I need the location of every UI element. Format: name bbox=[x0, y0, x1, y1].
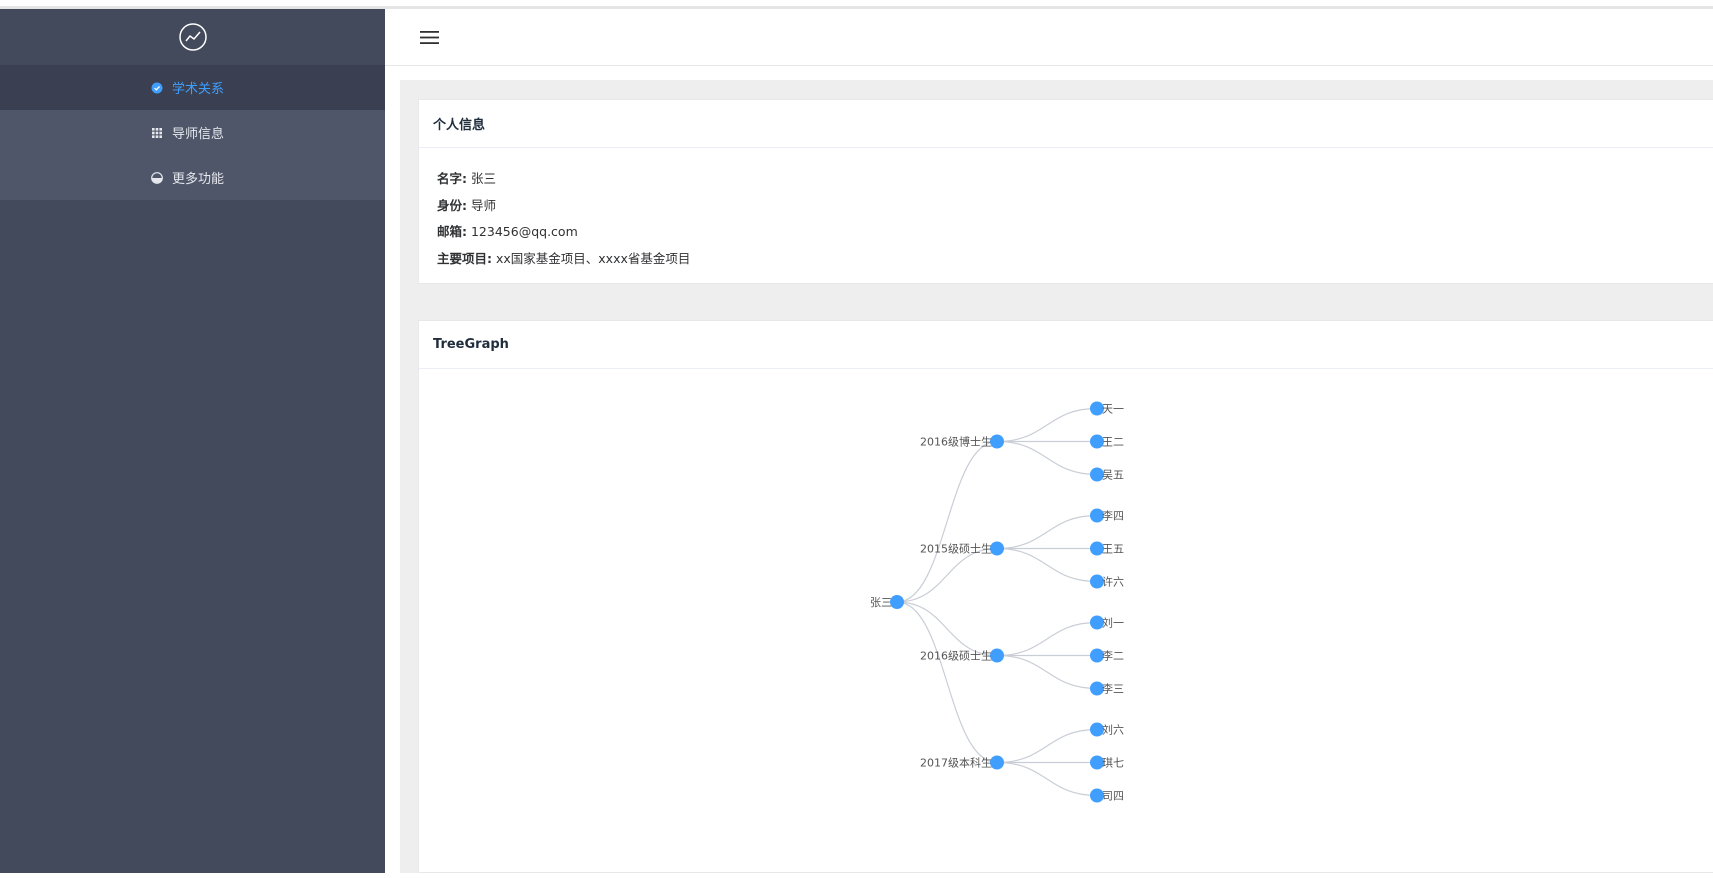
profile-role-row: 身份: 导师 bbox=[437, 193, 1695, 220]
sidebar-item-more-features[interactable]: 更多功能 bbox=[0, 155, 385, 200]
hamburger-icon[interactable] bbox=[420, 30, 439, 45]
profile-name-row: 名字: 张三 bbox=[437, 166, 1695, 193]
tree-graph-title: TreeGraph bbox=[419, 321, 1713, 369]
name-value: 张三 bbox=[470, 171, 496, 186]
sidebar-item-advisor-info[interactable]: 导师信息 bbox=[0, 110, 385, 155]
tree-node-label: 司四 bbox=[1102, 790, 1124, 803]
tree-node-label: 刘六 bbox=[1102, 724, 1124, 737]
profile-projects-row: 主要项目: xx国家基金项目、xxxx省基金项目 bbox=[437, 246, 1695, 273]
role-value: 导师 bbox=[470, 197, 496, 213]
tree-link bbox=[996, 440, 1098, 476]
tree-link bbox=[996, 654, 1098, 690]
tree-node-label: 李二 bbox=[1102, 649, 1124, 663]
tree-node-label: 刘一 bbox=[1102, 617, 1124, 630]
tree-node[interactable] bbox=[990, 648, 1004, 663]
tree-node[interactable] bbox=[990, 434, 1004, 449]
sidebar-logo[interactable] bbox=[0, 9, 385, 65]
profile-info: 名字: 张三 身份: 导师 邮箱: 123456@qq.com 主要项目: xx… bbox=[419, 148, 1713, 272]
grid-icon bbox=[151, 127, 163, 139]
projects-label: 主要项目: bbox=[437, 250, 492, 266]
tree-link bbox=[996, 761, 1098, 797]
tree-graph-canvas: 张三 2016级博士生 天一王二吴五 2015级硕士生 李四王五许六 2016级硕士生 刘一… bbox=[870, 401, 1124, 803]
sidebar-item-label: 更多功能 bbox=[172, 172, 225, 187]
profile-card: 个人信息 名字: 张三 身份: 导师 邮箱: 123456@qq.com 主要项… bbox=[418, 99, 1713, 284]
tree-link bbox=[996, 407, 1098, 443]
tree-nodes: 张三 2016级博士生 天一王二吴五 2015级硕士生 李四王五许六 2016级硕士生 刘一… bbox=[870, 401, 1124, 803]
tree-node-label: 2016级硕士生 bbox=[920, 649, 992, 663]
tree-node-label: 王二 bbox=[1102, 436, 1124, 449]
profile-email-row: 邮箱: 123456@qq.com bbox=[437, 219, 1695, 246]
sidebar-item-label: 导师信息 bbox=[172, 127, 225, 142]
top-header bbox=[385, 9, 1713, 66]
tree-node[interactable] bbox=[990, 541, 1004, 556]
tree-link bbox=[896, 547, 998, 603]
sidebar-item-label: 学术关系 bbox=[172, 82, 225, 97]
tree-node-label: 李三 bbox=[1102, 682, 1124, 696]
email-value: 123456@qq.com bbox=[470, 224, 578, 239]
trend-chart-icon bbox=[178, 23, 207, 51]
tree-node-label: 天一 bbox=[1102, 403, 1124, 416]
tree-node-label: 吴五 bbox=[1102, 469, 1124, 482]
tree-node-label: 李四 bbox=[1102, 509, 1124, 523]
role-label: 身份: bbox=[437, 197, 467, 213]
tree-node-label: 琪七 bbox=[1102, 757, 1124, 770]
tree-node-label: 张三 bbox=[870, 596, 892, 609]
pie-icon bbox=[151, 171, 163, 184]
tree-links bbox=[896, 407, 1098, 797]
projects-value: xx国家基金项目、xxxx省基金项目 bbox=[495, 250, 691, 266]
tree-node-label: 王五 bbox=[1102, 543, 1124, 556]
tree-link bbox=[996, 728, 1098, 764]
main-area: 个人信息 名字: 张三 身份: 导师 邮箱: 123456@qq.com 主要项… bbox=[385, 9, 1713, 873]
tree-link bbox=[896, 440, 998, 603]
tree-link bbox=[996, 621, 1098, 657]
tree-node[interactable] bbox=[890, 595, 904, 609]
content-area: 个人信息 名字: 张三 身份: 导师 邮箱: 123456@qq.com 主要项… bbox=[400, 80, 1713, 873]
sidebar-menu: 学术关系 导师信息 更多功能 bbox=[0, 65, 385, 200]
check-circle-icon bbox=[151, 82, 163, 94]
tree-link bbox=[996, 547, 1098, 583]
sidebar-item-academic[interactable]: 学术关系 bbox=[0, 65, 385, 110]
tree-link bbox=[896, 601, 998, 657]
tree-link bbox=[896, 601, 998, 764]
tree-node[interactable] bbox=[990, 755, 1004, 770]
tree-node-label: 2015级硕士生 bbox=[920, 542, 992, 556]
sidebar: 学术关系 导师信息 更多功能 bbox=[0, 9, 385, 873]
tree-graph-card: TreeGraph 张三 2016级博士生 天一王二吴五 2015级硕士生 李四王五许六… bbox=[418, 320, 1713, 873]
tree-node-label: 2017级本科生 bbox=[920, 756, 992, 770]
name-label: 名字: bbox=[437, 171, 467, 186]
tree-node-label: 2016级博士生 bbox=[920, 435, 992, 449]
profile-card-title: 个人信息 bbox=[419, 100, 1713, 148]
email-label: 邮箱: bbox=[437, 224, 467, 239]
tree-link bbox=[996, 514, 1098, 550]
tree-node-label: 许六 bbox=[1102, 576, 1124, 589]
